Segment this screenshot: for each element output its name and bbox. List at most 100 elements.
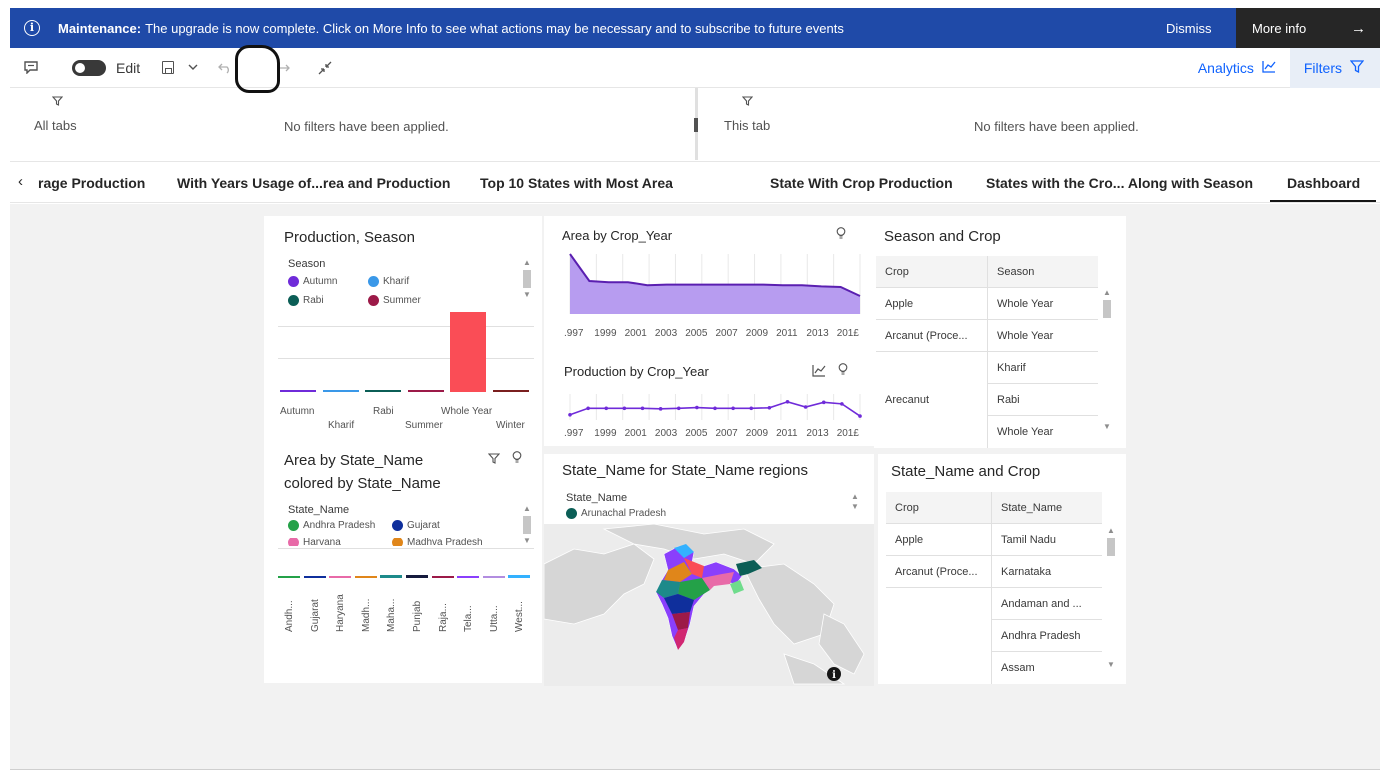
- table-cell[interactable]: Karnataka: [992, 556, 1102, 588]
- state-crop-widget[interactable]: State_Name and Crop Crop State_Name Appl…: [878, 454, 1126, 684]
- data-point[interactable]: [568, 413, 572, 417]
- legend-item[interactable]: Harvana: [288, 538, 341, 546]
- data-point[interactable]: [676, 406, 681, 411]
- table-cell[interactable]: Apple: [876, 288, 988, 320]
- x-tick-label: Haryana: [335, 594, 347, 632]
- this-tab-filter-pane[interactable]: This tab No filters have been applied.: [698, 88, 1380, 160]
- bar-state[interactable]: [303, 576, 326, 578]
- data-point[interactable]: [785, 400, 790, 404]
- season-crop-widget[interactable]: Season and Crop Crop Season Apple Whole …: [874, 216, 1126, 448]
- bar-kharif[interactable]: [322, 390, 359, 392]
- table-cell[interactable]: Whole Year: [988, 320, 1098, 352]
- undo-icon[interactable]: [218, 48, 232, 88]
- analytics-button[interactable]: Analytics: [1184, 48, 1290, 88]
- bar-state[interactable]: [354, 576, 377, 578]
- bar-state[interactable]: [457, 576, 480, 578]
- edit-toggle[interactable]: [72, 59, 106, 76]
- data-point[interactable]: [767, 405, 772, 410]
- bar-state[interactable]: [482, 576, 505, 578]
- india-map[interactable]: i: [544, 524, 874, 686]
- table-cell[interactable]: Assam: [992, 652, 1102, 684]
- legend-item[interactable]: Gujarat: [392, 520, 440, 531]
- legend-item[interactable]: Arunachal Pradesh: [566, 508, 666, 519]
- bar-rabi[interactable]: [365, 390, 401, 392]
- tab-dashboard[interactable]: Dashboard: [1287, 175, 1360, 191]
- legend-item[interactable]: Kharif: [368, 276, 409, 287]
- data-point[interactable]: [658, 407, 663, 411]
- x-tick-label: 2003: [654, 428, 678, 439]
- filter-icon[interactable]: [487, 452, 501, 467]
- bar-state[interactable]: [406, 575, 428, 578]
- legend-scrollbar[interactable]: ▲ ▼: [850, 492, 860, 512]
- production-by-year-chart[interactable]: .997 1999 2001 2003 2005 2007 2009 2011 2013 201£: [544, 372, 874, 454]
- area-by-state-widget[interactable]: Area by State_Name colored by State_Name…: [264, 440, 542, 683]
- tab-average-production[interactable]: rage Production: [38, 175, 145, 191]
- data-point[interactable]: [586, 406, 590, 411]
- data-point[interactable]: [695, 405, 699, 410]
- more-info-button[interactable]: More info →: [1236, 8, 1380, 48]
- chevron-down-icon[interactable]: [188, 62, 198, 74]
- table-cell[interactable]: Whole Year: [988, 288, 1098, 320]
- bar-state[interactable]: [380, 575, 403, 578]
- table-cell[interactable]: Arcanut (Proce...: [876, 320, 988, 352]
- table-scrollbar[interactable]: ▲ ▼: [1102, 288, 1112, 432]
- bar-autumn[interactable]: [280, 390, 316, 392]
- column-header[interactable]: Season: [988, 256, 1098, 288]
- bar-state[interactable]: [329, 576, 352, 578]
- data-point[interactable]: [821, 400, 826, 405]
- line-chart: [568, 394, 862, 420]
- chevron-left-icon[interactable]: ‹: [18, 173, 23, 190]
- bar-state[interactable]: [431, 576, 454, 578]
- lightbulb-icon[interactable]: [512, 451, 522, 467]
- tab-top10-states[interactable]: Top 10 States with Most Area: [480, 175, 673, 191]
- legend-item[interactable]: Andhra Pradesh: [288, 520, 375, 531]
- legend-item[interactable]: Autumn: [288, 276, 337, 287]
- data-point[interactable]: [622, 406, 627, 411]
- legend-item[interactable]: Madhva Pradesh: [392, 538, 483, 546]
- bar-whole-year[interactable]: [450, 312, 486, 392]
- table-cell[interactable]: Whole Year: [988, 416, 1098, 448]
- data-point[interactable]: [840, 402, 844, 406]
- collapse-icon[interactable]: [318, 48, 332, 88]
- table-cell[interactable]: Kharif: [988, 352, 1098, 384]
- column-header[interactable]: Crop: [876, 256, 988, 288]
- tab-state-crop-production[interactable]: State With Crop Production: [770, 175, 953, 191]
- all-tabs-filter-pane[interactable]: All tabs No filters have been applied.: [10, 88, 698, 160]
- save-icon[interactable]: [162, 61, 175, 74]
- table-cell[interactable]: Apple: [886, 524, 992, 556]
- production-season-widget[interactable]: Production, Season Season Autumn Kharif …: [264, 216, 542, 440]
- column-header[interactable]: State_Name: [992, 492, 1102, 524]
- tab-years-usage[interactable]: With Years Usage of...rea and Production: [177, 175, 450, 191]
- state-map-widget[interactable]: State_Name for State_Name regions State_…: [544, 454, 874, 686]
- table-cell[interactable]: Andaman and ...: [992, 588, 1102, 620]
- data-point[interactable]: [604, 406, 609, 411]
- comment-icon[interactable]: [24, 48, 38, 88]
- table-cell[interactable]: [886, 588, 992, 684]
- data-point[interactable]: [731, 406, 735, 411]
- data-point[interactable]: [858, 414, 862, 418]
- table-scrollbar[interactable]: ▲ ▼: [1106, 526, 1116, 670]
- table-cell[interactable]: Arcanut (Proce...: [886, 556, 992, 588]
- bar-state[interactable]: [508, 575, 531, 578]
- legend-scrollbar[interactable]: ▲ ▼: [522, 504, 532, 546]
- bar-state[interactable]: [278, 576, 300, 578]
- legend-item[interactable]: Summer: [368, 295, 421, 306]
- data-point[interactable]: [640, 406, 645, 411]
- table-cell[interactable]: Arecanut: [876, 352, 988, 448]
- table-cell[interactable]: Andhra Pradesh: [992, 620, 1102, 652]
- table-cell[interactable]: Rabi: [988, 384, 1098, 416]
- table-cell[interactable]: Tamil Nadu: [992, 524, 1102, 556]
- svg-text:i: i: [832, 670, 836, 681]
- lightbulb-icon[interactable]: [836, 227, 846, 243]
- dismiss-button[interactable]: Dismiss: [1166, 21, 1232, 36]
- legend-scrollbar[interactable]: ▲ ▼: [522, 258, 532, 300]
- column-header[interactable]: Crop: [886, 492, 992, 524]
- data-point[interactable]: [749, 406, 754, 411]
- filters-button[interactable]: Filters: [1289, 47, 1380, 88]
- bar-summer[interactable]: [407, 390, 444, 392]
- legend-item[interactable]: Rabi: [288, 295, 324, 306]
- data-point[interactable]: [803, 405, 808, 409]
- data-point[interactable]: [713, 406, 717, 411]
- tab-states-crop-season[interactable]: States with the Cro... Along with Season: [986, 175, 1253, 191]
- bar-winter[interactable]: [492, 390, 529, 392]
